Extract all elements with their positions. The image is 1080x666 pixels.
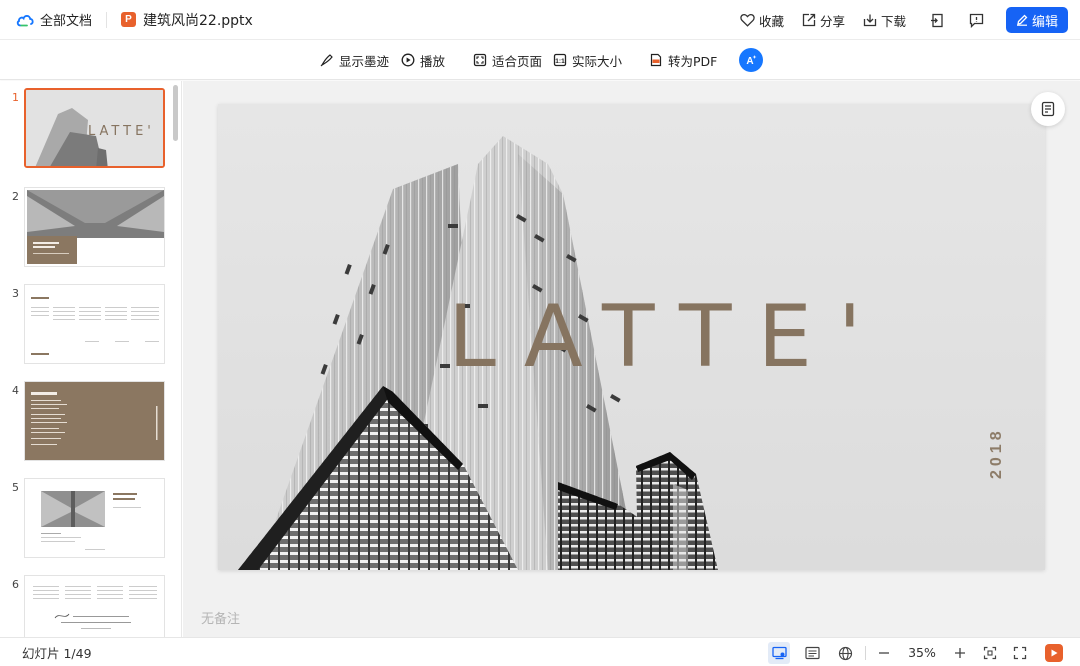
heart-icon: [740, 13, 755, 27]
fit-page-label: 适合页面: [492, 53, 543, 69]
normal-view-button[interactable]: [768, 642, 790, 664]
presentation-viewer: 全部文档 P 建筑风尚22.pptx 收藏 分享 下载 编辑 显示墨迹 播放 适…: [0, 0, 1080, 666]
fit-window-icon: [983, 646, 997, 660]
slide-counter: 幻灯片 1/49: [22, 646, 92, 661]
slide-4-preview: [25, 382, 164, 460]
notes-placeholder[interactable]: 无备注: [201, 608, 240, 627]
thumbnail-number: 2: [12, 190, 19, 203]
fullscreen-button[interactable]: [1009, 642, 1031, 664]
file-name: 建筑风尚22.pptx: [143, 12, 253, 29]
actual-size-label: 实际大小: [572, 53, 623, 69]
fit-window-button[interactable]: [979, 642, 1001, 664]
slide-thumbnail-2[interactable]: [24, 187, 165, 267]
fit-page-icon: [473, 53, 487, 67]
header-divider: [106, 11, 108, 28]
slide-2-preview: [25, 188, 164, 266]
globe-icon: [838, 646, 852, 660]
start-slideshow-button[interactable]: [1045, 644, 1063, 662]
convert-pdf-label: 转为PDF: [668, 53, 718, 69]
zoom-out-button[interactable]: [873, 642, 895, 664]
thumbnail-panel: 1 LATTE' 2 3 4 5 6: [0, 81, 182, 637]
thumbnail-number: 6: [12, 578, 19, 591]
favorite-button[interactable]: 收藏: [740, 11, 784, 30]
fullscreen-icon: [1013, 646, 1027, 660]
edit-label: 编辑: [1031, 14, 1058, 30]
view-toolbar: 显示墨迹 播放 适合页面 1:1 实际大小 转为PDF: [0, 40, 1080, 80]
download-button[interactable]: 下载: [863, 11, 906, 30]
ai-assistant-button[interactable]: A: [739, 48, 763, 72]
slide-5-preview: [25, 479, 164, 557]
top-header: 全部文档 P 建筑风尚22.pptx 收藏 分享 下载 编辑: [0, 0, 1080, 40]
download-label: 下载: [880, 13, 906, 29]
cloud-icon[interactable]: [16, 11, 34, 29]
statusbar-divider: [865, 646, 866, 660]
notes-view-icon: [804, 646, 820, 660]
favorite-label: 收藏: [758, 13, 784, 29]
minus-icon: [879, 652, 889, 654]
web-view-button[interactable]: [834, 642, 856, 664]
zoom-level[interactable]: 35%: [904, 638, 940, 666]
slide-1-preview: LATTE': [26, 90, 163, 166]
header-actions: 收藏 分享 下载 编辑: [722, 0, 1068, 40]
slide-year: 2018: [988, 427, 1005, 479]
zoom-in-button[interactable]: [949, 642, 971, 664]
thumbnail-number: 5: [12, 481, 19, 494]
show-ink-label: 显示墨迹: [339, 53, 390, 69]
edit-button[interactable]: 编辑: [1005, 7, 1068, 33]
ink-icon: [320, 54, 333, 67]
share-icon: [802, 13, 816, 27]
all-docs-link[interactable]: 全部文档: [40, 10, 92, 29]
header-left: 全部文档 P 建筑风尚22.pptx: [0, 0, 253, 40]
play-label: 播放: [420, 53, 446, 69]
share-button[interactable]: 分享: [802, 11, 845, 30]
ai-icon: A: [746, 55, 757, 67]
play-icon: [401, 53, 415, 67]
slide-3-preview: [25, 285, 164, 363]
thumbnail-number: 3: [12, 287, 19, 300]
thumbnail-number: 4: [12, 384, 19, 397]
svg-text:A: A: [746, 56, 753, 67]
slide-thumbnail-4[interactable]: [24, 381, 165, 461]
svg-text:1:1: 1:1: [555, 58, 565, 65]
slide-title: LATTE': [448, 287, 888, 387]
slide-thumbnail-1[interactable]: LATTE': [24, 88, 165, 168]
play-button[interactable]: 播放: [401, 40, 445, 80]
slide-stage: LATTE' 2018 无备注: [183, 81, 1080, 637]
slide-6-preview: [25, 576, 164, 637]
comment-icon[interactable]: [968, 11, 986, 29]
normal-view-icon: [771, 646, 787, 660]
download-icon: [863, 14, 877, 27]
actual-size-icon: 1:1: [553, 53, 567, 67]
show-ink-button[interactable]: 显示墨迹: [320, 40, 389, 80]
current-slide: LATTE' 2018: [218, 104, 1045, 570]
slide-notes-toggle[interactable]: [1031, 92, 1065, 126]
slide-thumbnail-3[interactable]: [24, 284, 165, 364]
pdf-icon: [650, 53, 662, 67]
share-label: 分享: [819, 13, 845, 29]
convert-pdf-button[interactable]: 转为PDF: [649, 40, 717, 80]
svg-text:LATTE': LATTE': [88, 124, 155, 139]
notes-view-button[interactable]: [801, 642, 823, 664]
fit-page-button[interactable]: 适合页面: [473, 40, 542, 80]
slide-thumbnail-6[interactable]: [24, 575, 165, 637]
exit-icon[interactable]: [928, 11, 946, 29]
play-icon: [1051, 649, 1058, 657]
status-bar: 幻灯片 1/49 35%: [0, 637, 1080, 666]
ppt-file-icon: P: [121, 12, 137, 27]
actual-size-button[interactable]: 1:1 实际大小: [553, 40, 622, 80]
notes-panel-icon: [1041, 101, 1055, 117]
plus-icon: [955, 648, 965, 658]
pencil-icon: [1016, 14, 1028, 26]
thumbnail-number: 1: [12, 91, 19, 104]
thumbnail-scrollbar[interactable]: [173, 85, 178, 141]
slide-thumbnail-5[interactable]: [24, 478, 165, 558]
